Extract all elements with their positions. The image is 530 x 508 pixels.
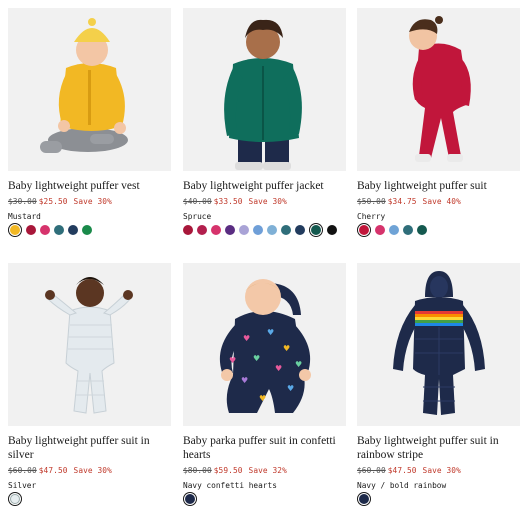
color-swatch[interactable] [10, 225, 20, 235]
product-card[interactable]: ♥ ♥ ♥ ♥ ♥ ♥ ♥ ♥ ♥ ♥ Baby parka puffer suit in… [183, 263, 346, 504]
discount-label: Save 30% [248, 197, 287, 206]
color-swatch[interactable] [183, 225, 193, 235]
original-price: $60.00 [357, 466, 386, 475]
discount-label: Save 30% [73, 197, 112, 206]
product-image[interactable]: ♥ ♥ ♥ ♥ ♥ ♥ ♥ ♥ ♥ ♥ [183, 263, 346, 426]
color-swatch[interactable] [82, 225, 92, 235]
color-swatch[interactable] [327, 225, 337, 235]
color-swatch[interactable] [26, 225, 36, 235]
color-swatch[interactable] [225, 225, 235, 235]
svg-text:♥: ♥ [259, 394, 266, 403]
product-price: $80.00 $59.50 Save 32% [183, 466, 346, 475]
product-price: $30.00 $25.50 Save 30% [8, 197, 171, 206]
sale-price: $25.50 [38, 197, 68, 206]
original-price: $50.00 [357, 197, 386, 206]
product-title[interactable]: Baby lightweight puffer jacket [183, 179, 346, 193]
original-price: $40.00 [183, 197, 212, 206]
svg-text:♥: ♥ [253, 354, 260, 363]
product-image[interactable] [183, 8, 346, 171]
product-card[interactable]: Baby lightweight puffer jacket $40.00 $33… [183, 8, 346, 235]
sale-price: $33.50 [213, 197, 243, 206]
product-price: $40.00 $33.50 Save 30% [183, 197, 346, 206]
product-card[interactable]: Baby lightweight puffer suit in silver $… [8, 263, 171, 504]
discount-label: Save 40% [422, 197, 461, 206]
product-title[interactable]: Baby lightweight puffer suit in silver [8, 434, 171, 462]
color-swatch[interactable] [359, 225, 369, 235]
discount-label: Save 30% [73, 466, 112, 475]
color-swatch[interactable] [40, 225, 50, 235]
product-image[interactable] [8, 8, 171, 171]
color-swatch[interactable] [10, 494, 20, 504]
color-swatch[interactable] [239, 225, 249, 235]
color-swatch[interactable] [295, 225, 305, 235]
color-swatches [183, 225, 346, 235]
product-price: $50.00 $34.75 Save 40% [357, 197, 520, 206]
color-swatch[interactable] [281, 225, 291, 235]
color-swatch[interactable] [311, 225, 321, 235]
color-swatches [8, 225, 171, 235]
navy-rainbow-suit-image [357, 263, 520, 426]
svg-text:♥: ♥ [295, 360, 302, 369]
selected-color-name: Mustard [8, 212, 41, 221]
product-image[interactable] [357, 8, 520, 171]
selected-color-name: Navy confetti hearts [183, 481, 277, 490]
original-price: $80.00 [183, 466, 212, 475]
selected-color-name: Spruce [183, 212, 212, 221]
color-swatches [183, 494, 346, 504]
color-swatch[interactable] [267, 225, 277, 235]
discount-label: Save 30% [422, 466, 461, 475]
color-swatches [357, 225, 520, 235]
color-swatch[interactable] [68, 225, 78, 235]
toddler-red-suit-image [357, 8, 520, 171]
color-swatch[interactable] [211, 225, 221, 235]
selected-color-name: Silver [8, 481, 37, 490]
original-price: $30.00 [8, 197, 37, 206]
svg-text:♥: ♥ [243, 334, 250, 343]
color-swatch[interactable] [54, 225, 64, 235]
color-swatch[interactable] [403, 225, 413, 235]
product-title[interactable]: Baby lightweight puffer suit [357, 179, 520, 193]
original-price: $60.00 [8, 466, 37, 475]
baby-yellow-vest-image [8, 8, 171, 171]
product-card[interactable]: Baby lightweight puffer suit $50.00 $34.7… [357, 8, 520, 235]
toddler-green-jacket-image [183, 8, 346, 171]
discount-label: Save 32% [248, 466, 287, 475]
product-card[interactable]: Baby lightweight puffer vest $30.00 $25.5… [8, 8, 171, 235]
selected-color-name: Cherry [357, 212, 386, 221]
color-swatches [357, 494, 520, 504]
selected-color-name: Navy / bold rainbow [357, 481, 447, 490]
sale-price: $47.50 [387, 466, 417, 475]
color-swatch[interactable] [375, 225, 385, 235]
color-swatches [8, 494, 171, 504]
product-image[interactable] [8, 263, 171, 426]
svg-text:♥: ♥ [267, 328, 274, 337]
baby-silver-suit-image [8, 263, 171, 426]
sale-price: $34.75 [387, 197, 417, 206]
svg-text:♥: ♥ [283, 344, 290, 353]
color-swatch[interactable] [359, 494, 369, 504]
svg-text:♥: ♥ [229, 356, 236, 365]
svg-text:♥: ♥ [241, 376, 248, 385]
color-swatch[interactable] [253, 225, 263, 235]
product-title[interactable]: Baby lightweight puffer suit in rainbow … [357, 434, 520, 462]
product-title[interactable]: Baby lightweight puffer vest [8, 179, 171, 193]
product-price: $60.00 $47.50 Save 30% [357, 466, 520, 475]
sale-price: $47.50 [38, 466, 68, 475]
sale-price: $59.50 [213, 466, 243, 475]
color-swatch[interactable] [389, 225, 399, 235]
color-swatch[interactable] [197, 225, 207, 235]
color-swatch[interactable] [417, 225, 427, 235]
baby-navy-hearts-suit-image: ♥ ♥ ♥ ♥ ♥ ♥ ♥ ♥ ♥ ♥ [183, 263, 346, 426]
color-swatch[interactable] [185, 494, 195, 504]
product-image[interactable] [357, 263, 520, 426]
product-card[interactable]: Baby lightweight puffer suit in rainbow … [357, 263, 520, 504]
product-price: $60.00 $47.50 Save 30% [8, 466, 171, 475]
svg-text:♥: ♥ [275, 364, 282, 373]
svg-text:♥: ♥ [287, 384, 294, 393]
product-title[interactable]: Baby parka puffer suit in confetti heart… [183, 434, 346, 462]
